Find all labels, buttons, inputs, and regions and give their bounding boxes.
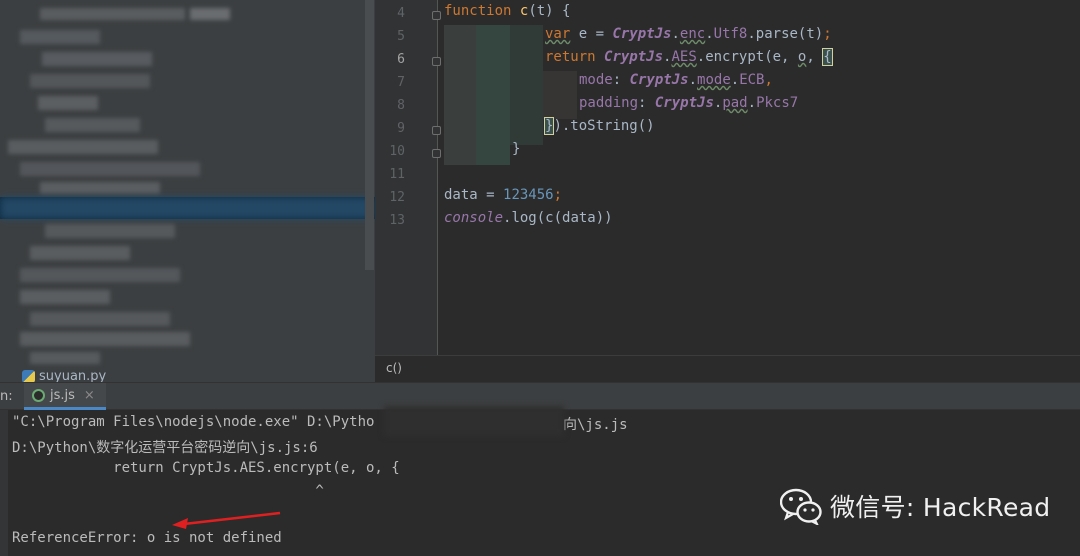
line-number-gutter: 4 5 6 7 8 9 10 11 12 13 <box>375 0 441 355</box>
fold-marker-icon[interactable] <box>432 57 441 66</box>
wechat-icon <box>780 488 822 525</box>
line-number: 8 <box>397 98 405 113</box>
blurred-tree-item <box>45 224 175 238</box>
line-number: 13 <box>389 213 405 228</box>
fold-marker-icon[interactable] <box>432 11 441 20</box>
blurred-tree-item <box>30 312 170 326</box>
tree-scrollbar[interactable] <box>365 0 374 270</box>
blurred-tree-item <box>20 268 180 282</box>
nodejs-icon <box>32 388 45 402</box>
breadcrumb-function[interactable]: c() <box>386 361 402 375</box>
console-error-source: return CryptJs.AES.encrypt(e, o, { <box>12 460 400 476</box>
indent-guide <box>510 25 543 145</box>
blurred-tree-item <box>8 140 158 154</box>
code-line-7: mode: CryptJs.mode.ECB, <box>579 72 773 88</box>
indent-guide <box>543 71 577 119</box>
annotation-arrow-icon <box>172 511 281 529</box>
breadcrumb[interactable]: c() <box>375 355 1080 382</box>
fold-marker-icon[interactable] <box>432 149 441 158</box>
code-line-9: }).toString() <box>543 117 655 135</box>
console-error-path: D:\Python\数字化运营平台密码逆向\js.js:6 <box>12 440 318 456</box>
blurred-tree-item <box>30 352 100 364</box>
console-error-message: ReferenceError: o is not defined <box>12 530 282 546</box>
blurred-tree-item <box>20 332 190 346</box>
watermark-text: 微信号: HackRead <box>830 493 1051 522</box>
watermark: 微信号: HackRead <box>780 487 1050 525</box>
code-line-8: padding: CryptJs.pad.Pkcs7 <box>579 95 799 111</box>
code-line-10: } <box>512 141 521 157</box>
python-file-icon <box>22 370 35 382</box>
run-tab-js-js[interactable]: js.js × <box>24 383 106 410</box>
selected-tree-row[interactable] <box>0 197 375 219</box>
line-number: 6 <box>397 52 405 67</box>
console-gutter <box>0 410 8 556</box>
run-tab-label: js.js <box>50 387 75 403</box>
code-line-12: data = 123456; <box>444 187 563 203</box>
blurred-tree-item <box>42 52 152 66</box>
console-command-line-tail: 向\js.js <box>563 417 628 433</box>
fold-marker-icon[interactable] <box>432 126 441 135</box>
console-command-line: "C:\Program Files\nodejs\node.exe" D:\Py… <box>12 414 375 430</box>
project-tree[interactable]: suyuan.py <box>0 0 375 382</box>
close-icon[interactable]: × <box>84 388 95 403</box>
code-line-13: console.log(c(data)) <box>444 210 613 226</box>
blurred-tree-item <box>30 74 150 88</box>
tree-item-label: suyuan.py <box>39 369 107 382</box>
blurred-tree-item <box>38 96 98 110</box>
blurred-tree-item <box>30 246 130 260</box>
blurred-tree-item <box>20 162 200 176</box>
tree-item-suyuan-py[interactable]: suyuan.py <box>22 369 106 382</box>
indent-guide <box>444 25 476 165</box>
code-editor[interactable]: 4 5 6 7 8 9 10 11 12 13 function c(t) { … <box>375 0 1080 355</box>
blurred-tree-item <box>20 30 100 44</box>
blurred-tree-item <box>190 8 230 20</box>
blurred-tree-item <box>40 8 185 20</box>
code-line-4: function c(t) { <box>444 3 571 19</box>
blurred-tree-item <box>20 290 110 304</box>
code-line-6: return CryptJs.AES.encrypt(e, o, { <box>545 48 833 66</box>
indent-guide <box>476 25 510 165</box>
line-number: 11 <box>389 167 405 182</box>
line-number: 7 <box>397 75 405 90</box>
blurred-tree-item <box>40 182 160 194</box>
blurred-tree-item <box>45 118 140 132</box>
line-number: 9 <box>397 121 405 136</box>
code-line-5: var e = CryptJs.enc.Utf8.parse(t); <box>545 26 832 42</box>
run-window-label: n: <box>0 389 13 404</box>
line-number: 10 <box>389 144 405 159</box>
line-number: 5 <box>397 29 405 44</box>
console-error-caret: ^ <box>12 483 324 499</box>
line-number: 12 <box>389 190 405 205</box>
line-number: 4 <box>397 6 405 21</box>
redacted-path <box>384 406 564 436</box>
